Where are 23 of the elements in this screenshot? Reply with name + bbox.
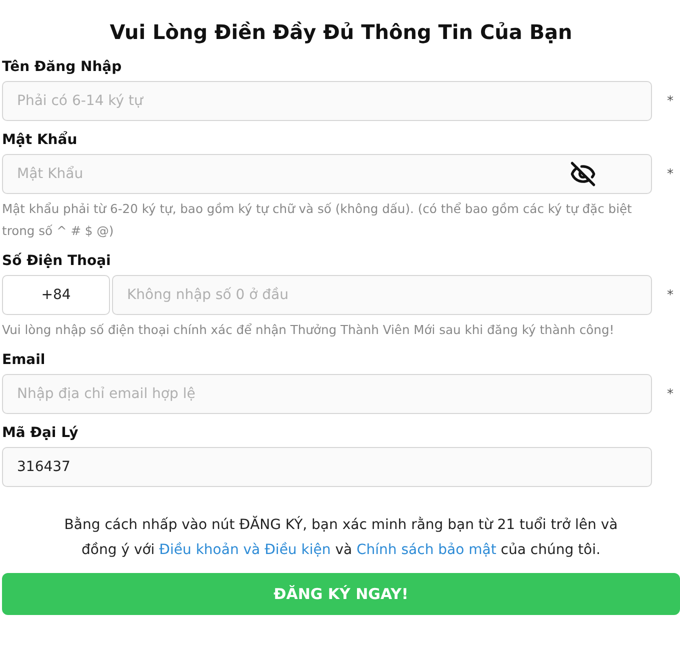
terms-link[interactable]: Điều khoản và Điều kiện bbox=[159, 542, 331, 558]
form-title: Vui Lòng Điền Đầy Đủ Thông Tin Của Bạn bbox=[108, 19, 574, 46]
field-label: Email bbox=[2, 351, 46, 370]
field-label: Số Điện Thoại bbox=[2, 252, 111, 271]
text-field[interactable]: Phải có 6-14 ký tự bbox=[2, 81, 652, 121]
text-field[interactable]: 316437 bbox=[2, 447, 652, 487]
required-mark: * bbox=[667, 166, 674, 182]
field-label: Mật Khẩu bbox=[2, 130, 78, 150]
field-label: Tên Đăng Nhập bbox=[2, 58, 122, 77]
field-hint: Mật khẩu phải từ 6-20 ký tự, bao gồm ký tự chữ và số (không dấu). (có thể bao gồm các ký tự đặc biệt trong số ^ # $ @) bbox=[2, 201, 633, 240]
terms-text: Bằng cách nhấp vào nút ĐĂNG KÝ, bạn xác minh rằng bạn từ 21 tuổi trở lên và đồng ý với Điều khoản và Điều kiện và Chính sách bảo mật của chúng tôi. bbox=[63, 514, 619, 560]
register-button[interactable]: ĐĂNG KÝ NGAY! bbox=[2, 573, 680, 615]
text-field[interactable]: Nhập địa chỉ email hợp lệ bbox=[2, 374, 652, 414]
eye-off-icon[interactable] bbox=[570, 161, 596, 187]
required-mark: * bbox=[667, 288, 674, 302]
password-field[interactable]: Mật Khẩu bbox=[2, 154, 652, 194]
terms-link[interactable]: Chính sách bảo mật bbox=[356, 542, 496, 558]
country-code-field[interactable]: +84 bbox=[2, 275, 110, 315]
phone-field[interactable]: Không nhập số 0 ở đầu bbox=[112, 275, 652, 315]
required-mark: * bbox=[667, 94, 674, 108]
required-mark: * bbox=[667, 386, 674, 402]
field-label: Mã Đại Lý bbox=[2, 424, 78, 443]
field-hint: Vui lòng nhập số điện thoại chính xác để nhận Thưởng Thành Viên Mới sau khi đăng ký thành công! bbox=[2, 322, 616, 339]
